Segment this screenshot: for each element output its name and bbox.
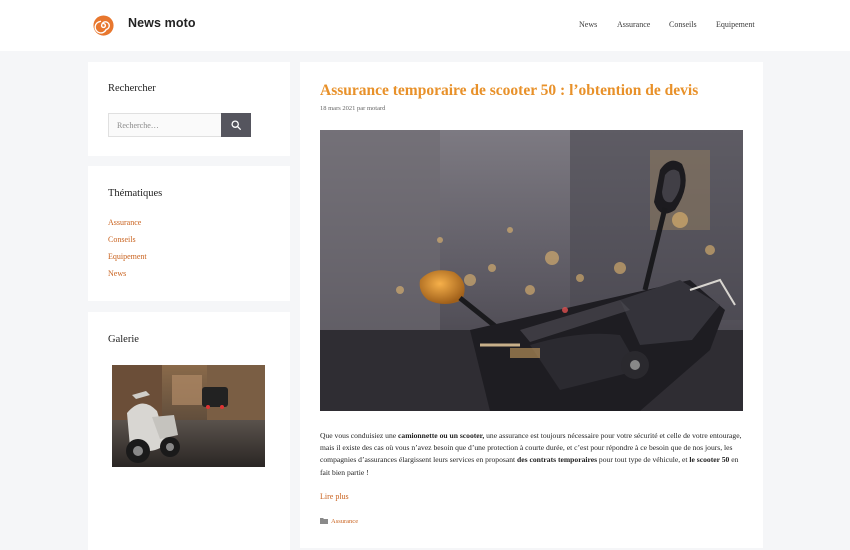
excerpt-bold: le scooter 50: [689, 455, 730, 465]
widget-title-gallery: Galerie: [108, 334, 139, 345]
category-link-news[interactable]: News: [108, 269, 147, 286]
excerpt-bold: camionnette ou un scooter,: [398, 431, 485, 440]
categories-widget: Thématiques Assurance Conseils Equipemen…: [88, 166, 290, 301]
search-input[interactable]: [108, 113, 222, 137]
main-nav: News Assurance Conseils Equipement: [0, 20, 850, 32]
search-icon: [231, 120, 241, 130]
gallery-widget: Galerie: [88, 312, 290, 550]
excerpt-text: pour tout type de véhicule, et: [597, 455, 690, 465]
widget-title-search: Rechercher: [108, 83, 156, 94]
post-featured-image[interactable]: [320, 130, 743, 411]
article-card: Assurance temporaire de scooter 50 : l’o…: [300, 62, 763, 548]
post-excerpt: Que vous conduisiez une camionnette ou u…: [320, 430, 745, 479]
post-author[interactable]: motard: [367, 105, 385, 112]
gallery-image-scooter[interactable]: [112, 365, 265, 467]
post-by: par: [357, 105, 366, 112]
nav-link-conseils[interactable]: Conseils: [669, 20, 697, 29]
site-header: News moto News Assurance Conseils Equipe…: [0, 0, 850, 51]
category-link-equipement[interactable]: Equipement: [108, 252, 147, 269]
widget-title-categories: Thématiques: [108, 188, 163, 199]
category-link-assurance[interactable]: Assurance: [108, 218, 147, 235]
search-widget: Rechercher: [88, 62, 290, 156]
folder-icon: [320, 518, 328, 524]
post-meta: 18 mars 2021 par motard: [320, 105, 385, 112]
category-link-conseils[interactable]: Conseils: [108, 235, 147, 252]
read-more-link[interactable]: Lire plus: [320, 492, 349, 501]
post-title[interactable]: Assurance temporaire de scooter 50 : l’o…: [320, 82, 698, 100]
post-category-link[interactable]: Assurance: [331, 518, 358, 525]
search-button[interactable]: [221, 113, 251, 137]
post-date[interactable]: 18 mars 2021: [320, 105, 355, 112]
nav-link-news[interactable]: News: [579, 20, 597, 29]
nav-link-equipement[interactable]: Equipement: [716, 20, 755, 29]
excerpt-bold: des contrats temporaires: [517, 455, 598, 465]
excerpt-text: Que vous conduisiez une: [320, 431, 399, 440]
category-list: Assurance Conseils Equipement News: [108, 218, 147, 286]
post-category: Assurance: [320, 517, 358, 525]
nav-link-assurance[interactable]: Assurance: [617, 20, 650, 29]
